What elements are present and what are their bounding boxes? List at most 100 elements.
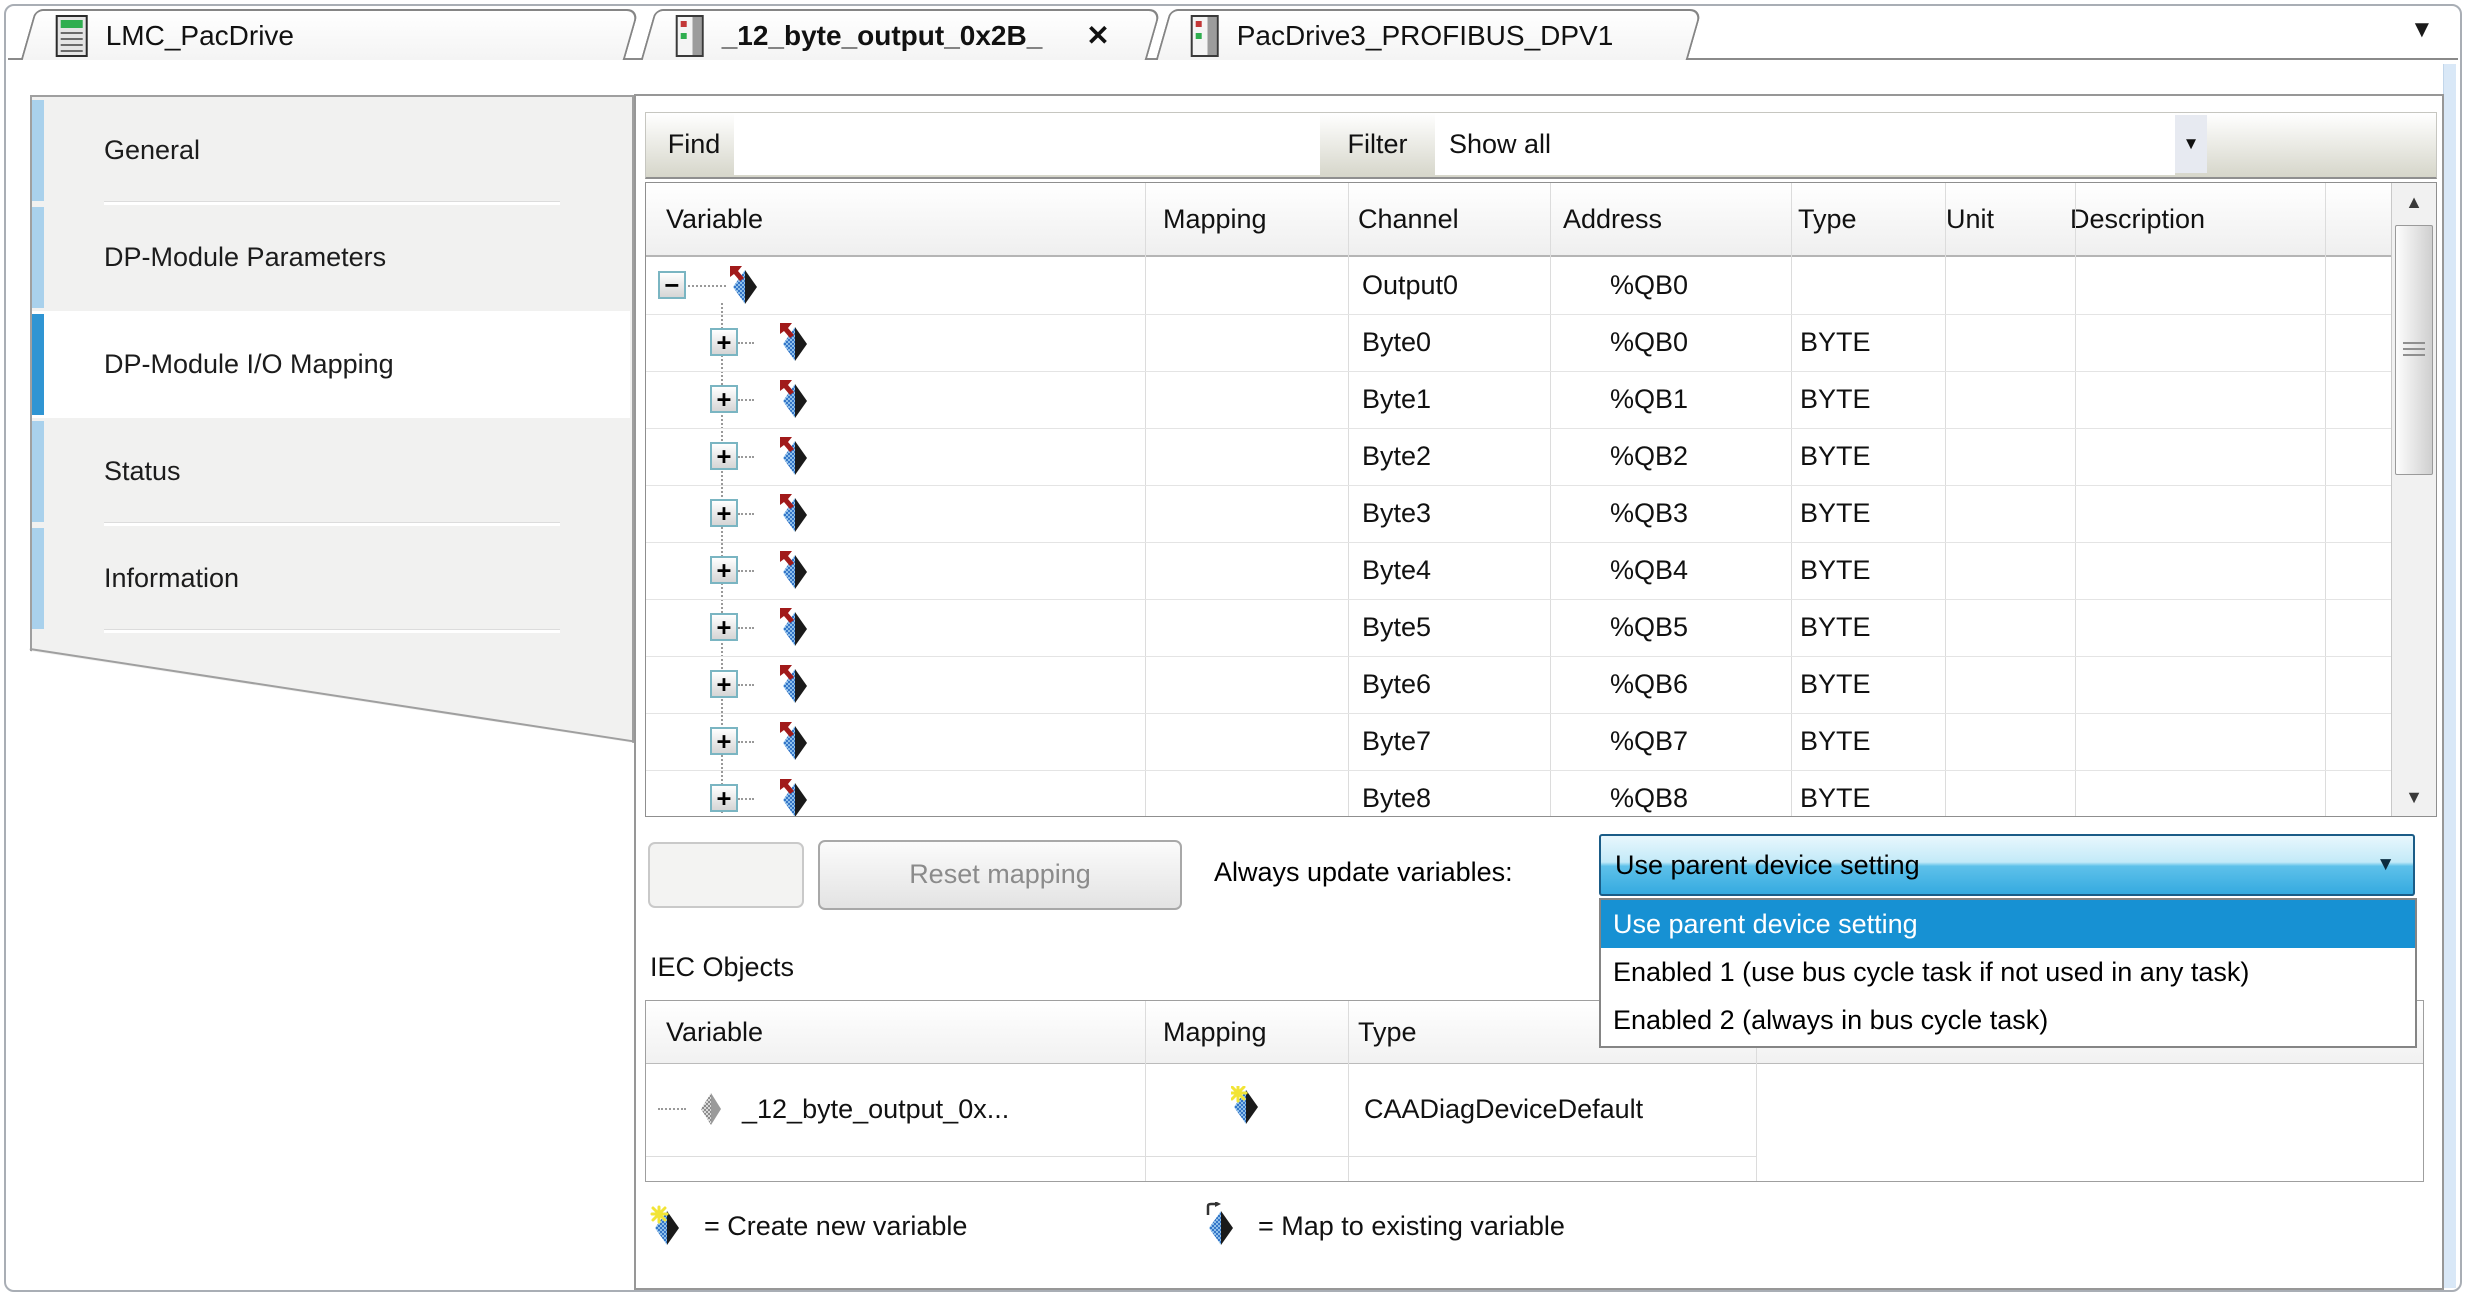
combo-dropdown-arrow-icon[interactable]: ▼ (2376, 836, 2395, 894)
type-cell: BYTE (1800, 485, 1871, 542)
legend-map-existing: = Map to existing variable (1258, 1204, 1565, 1248)
sidebar-item-general[interactable]: General (32, 97, 630, 204)
table-row[interactable]: −Output0%QB0 (646, 257, 2392, 315)
map-existing-variable-icon (780, 323, 810, 363)
filter-label: Filter (1320, 113, 1435, 175)
expand-icon[interactable]: + (710, 784, 738, 812)
address-cell: %QB6 (1610, 656, 1688, 713)
tab-12-byte-output[interactable]: _12_byte_output_0x2B_ ✕ (641, 9, 1162, 60)
filter-dropdown-arrow-icon[interactable]: ▼ (2175, 115, 2207, 173)
dropdown-option[interactable]: Enabled 2 (always in bus cycle task) (1601, 996, 2415, 1044)
sidebar-item-label: General (104, 97, 200, 204)
tab-label: LMC_PacDrive (106, 20, 294, 52)
type-cell: BYTE (1800, 428, 1871, 485)
col-mapping[interactable]: Mapping (1163, 1001, 1267, 1063)
type-cell: BYTE (1800, 599, 1871, 656)
col-type[interactable]: Type (1358, 1001, 1417, 1063)
col-unit[interactable]: Unit (1946, 183, 1994, 255)
sidebar-item-label: Information (104, 525, 239, 632)
col-variable[interactable]: Variable (666, 183, 763, 255)
reset-mapping-button[interactable]: Reset mapping (818, 840, 1182, 910)
scroll-down-icon[interactable]: ▼ (2392, 778, 2436, 816)
col-type[interactable]: Type (1798, 183, 1857, 255)
always-update-select[interactable]: Use parent device setting ▼ (1599, 834, 2415, 896)
col-variable[interactable]: Variable (666, 1001, 763, 1063)
filter-select[interactable]: Show all (1435, 113, 2175, 175)
tree-connector (738, 684, 754, 686)
tree-connector (738, 513, 754, 515)
map-existing-variable-icon (780, 665, 810, 705)
sidebar-separator (104, 202, 560, 205)
unlabeled-button[interactable] (648, 842, 804, 908)
table-row[interactable]: +Byte1%QB1BYTE (646, 371, 2392, 429)
tab-accent-strip (32, 421, 44, 522)
tab-accent-strip (32, 314, 44, 415)
sidebar-item-status[interactable]: Status (32, 418, 630, 525)
address-cell: %QB3 (1610, 485, 1688, 542)
tree-connector (738, 627, 754, 629)
tab-lmc-pacdrive[interactable]: LMC_PacDrive (21, 9, 640, 60)
channel-cell: Byte2 (1362, 428, 1431, 485)
map-existing-variable-icon (780, 608, 810, 648)
map-existing-variable-icon (780, 722, 810, 762)
expand-icon[interactable]: + (710, 328, 738, 356)
table-row[interactable]: +Byte2%QB2BYTE (646, 428, 2392, 486)
address-cell: %QB0 (1610, 314, 1688, 371)
col-description[interactable]: Description (2070, 183, 2205, 255)
expand-icon[interactable]: + (710, 670, 738, 698)
tab-close-icon[interactable]: ✕ (1086, 19, 1109, 52)
address-cell: %QB1 (1610, 371, 1688, 428)
expand-icon[interactable]: + (710, 385, 738, 413)
sidebar-item-dp-module-parameters[interactable]: DP-Module Parameters (32, 204, 630, 311)
expand-icon[interactable]: + (710, 613, 738, 641)
tab-label: _12_byte_output_0x2B_ (722, 20, 1043, 52)
col-address[interactable]: Address (1563, 183, 1662, 255)
collapse-icon[interactable]: − (658, 271, 686, 299)
sidebar-item-dp-module-io-mapping[interactable]: DP-Module I/O Mapping (32, 311, 630, 418)
expand-icon[interactable]: + (710, 556, 738, 584)
scrollbar-thumb[interactable] (2395, 225, 2433, 475)
find-input[interactable] (734, 113, 1320, 175)
expand-icon[interactable]: + (710, 442, 738, 470)
type-cell: BYTE (1800, 314, 1871, 371)
table-row[interactable]: +Byte0%QB0BYTE (646, 314, 2392, 372)
iec-objects-title: IEC Objects (650, 952, 794, 983)
iec-type-value: CAADiagDeviceDefault (1364, 1081, 1643, 1138)
channel-cell: Byte7 (1362, 713, 1431, 770)
legend-create-new: = Create new variable (704, 1204, 967, 1248)
table-row[interactable]: +Byte4%QB4BYTE (646, 542, 2392, 600)
type-cell: BYTE (1800, 656, 1871, 713)
sidebar-item-information[interactable]: Information (32, 525, 630, 632)
column-divider (1348, 1001, 1349, 1181)
type-cell: BYTE (1800, 371, 1871, 428)
scroll-up-icon[interactable]: ▲ (2392, 183, 2436, 221)
dropdown-option[interactable]: Enabled 1 (use bus cycle task if not use… (1601, 948, 2415, 996)
map-existing-variable-icon (780, 494, 810, 534)
channel-cell: Byte8 (1362, 770, 1431, 817)
dropdown-option[interactable]: Use parent device setting (1601, 900, 2415, 948)
variable-icon (698, 1091, 724, 1127)
channel-cell: Byte4 (1362, 542, 1431, 599)
create-new-variable-icon[interactable] (1231, 1086, 1261, 1126)
sidebar-separator (104, 523, 560, 526)
map-existing-variable-icon (780, 551, 810, 591)
address-cell: %QB7 (1610, 713, 1688, 770)
iec-variable-name[interactable]: _12_byte_output_0x... (742, 1081, 1009, 1138)
table-row[interactable]: +Byte3%QB3BYTE (646, 485, 2392, 543)
expand-icon[interactable]: + (710, 499, 738, 527)
type-cell: BYTE (1800, 770, 1871, 817)
expand-icon[interactable]: + (710, 727, 738, 755)
tree-connector (738, 456, 754, 458)
col-channel[interactable]: Channel (1358, 183, 1459, 255)
table-row[interactable]: +Byte5%QB5BYTE (646, 599, 2392, 657)
tab-list-dropdown-icon[interactable]: ▼ (2410, 16, 2434, 44)
tree-connector (738, 342, 754, 344)
table-row[interactable]: +Byte7%QB7BYTE (646, 713, 2392, 771)
io-table-header: Variable Mapping Channel Address Type Un… (646, 183, 2436, 257)
tab-pacdrive3-profibus[interactable]: PacDrive3_PROFIBUS_DPV1 (1156, 9, 1703, 60)
table-row[interactable]: +Byte8%QB8BYTE (646, 770, 2392, 817)
col-mapping[interactable]: Mapping (1163, 183, 1267, 255)
table-row[interactable]: +Byte6%QB6BYTE (646, 656, 2392, 714)
vertical-scrollbar[interactable]: ▲ ▼ (2391, 183, 2436, 816)
device-editor-sidebar: General DP-Module Parameters DP-Module I… (30, 95, 634, 755)
